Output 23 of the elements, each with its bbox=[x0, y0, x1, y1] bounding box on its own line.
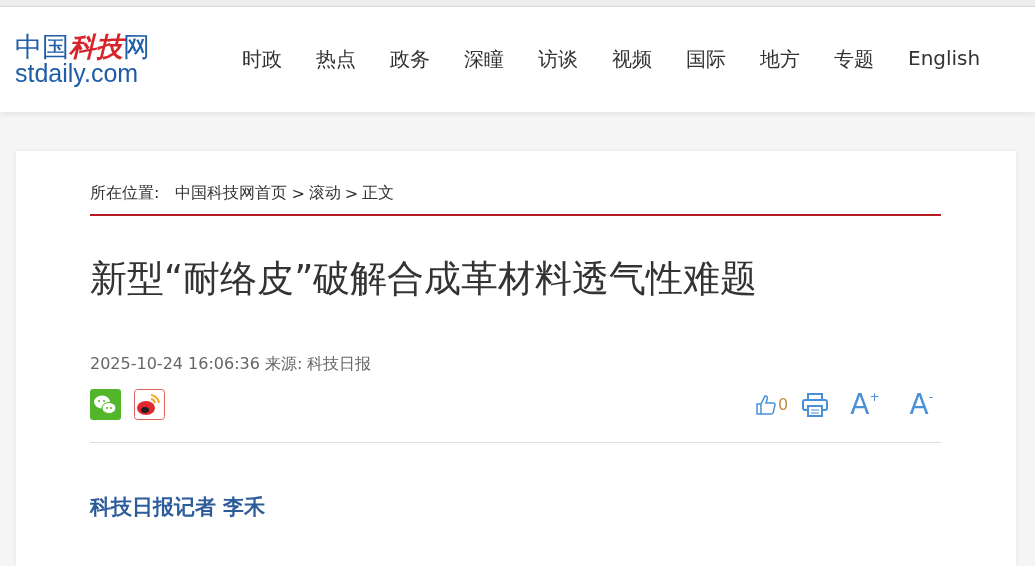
nav-link[interactable]: 专题 bbox=[817, 46, 891, 73]
nav-link[interactable]: 政务 bbox=[373, 46, 447, 73]
breadcrumb-separator: > bbox=[344, 184, 359, 203]
breadcrumb-link[interactable]: 正文 bbox=[362, 183, 395, 204]
nav-link[interactable]: 时政 bbox=[225, 46, 299, 73]
nav-link[interactable]: 访谈 bbox=[521, 46, 595, 73]
nav-link[interactable]: English bbox=[891, 46, 998, 73]
breadcrumb-link[interactable]: 中国科技网首页 bbox=[175, 183, 288, 204]
chat-bubbles-icon[interactable] bbox=[90, 389, 121, 420]
print-icon[interactable] bbox=[802, 392, 829, 417]
breadcrumb-separator: > bbox=[291, 184, 305, 203]
nav-link[interactable]: 热点 bbox=[299, 46, 373, 73]
eye-signal-icon[interactable] bbox=[134, 389, 165, 420]
nav-link[interactable]: 国际 bbox=[669, 46, 743, 73]
nav-link[interactable]: 地方 bbox=[743, 46, 817, 73]
nav-link[interactable]: 视频 bbox=[595, 46, 669, 73]
byline: 科技日报记者 李禾 bbox=[90, 494, 267, 521]
breadcrumb-label: 所在位置: bbox=[90, 183, 160, 204]
nav-link[interactable]: 深瞳 bbox=[447, 46, 521, 73]
article-title: 新型“耐络皮”破解合成革材料透气性难题 bbox=[90, 256, 759, 302]
site-logo[interactable]: 中国科技网 stdaily.com bbox=[15, 33, 215, 86]
breadcrumb-link[interactable]: 滚动 bbox=[308, 183, 341, 204]
article-meta: 2025-10-24 16:06:36 来源: 科技日报 bbox=[90, 354, 373, 375]
